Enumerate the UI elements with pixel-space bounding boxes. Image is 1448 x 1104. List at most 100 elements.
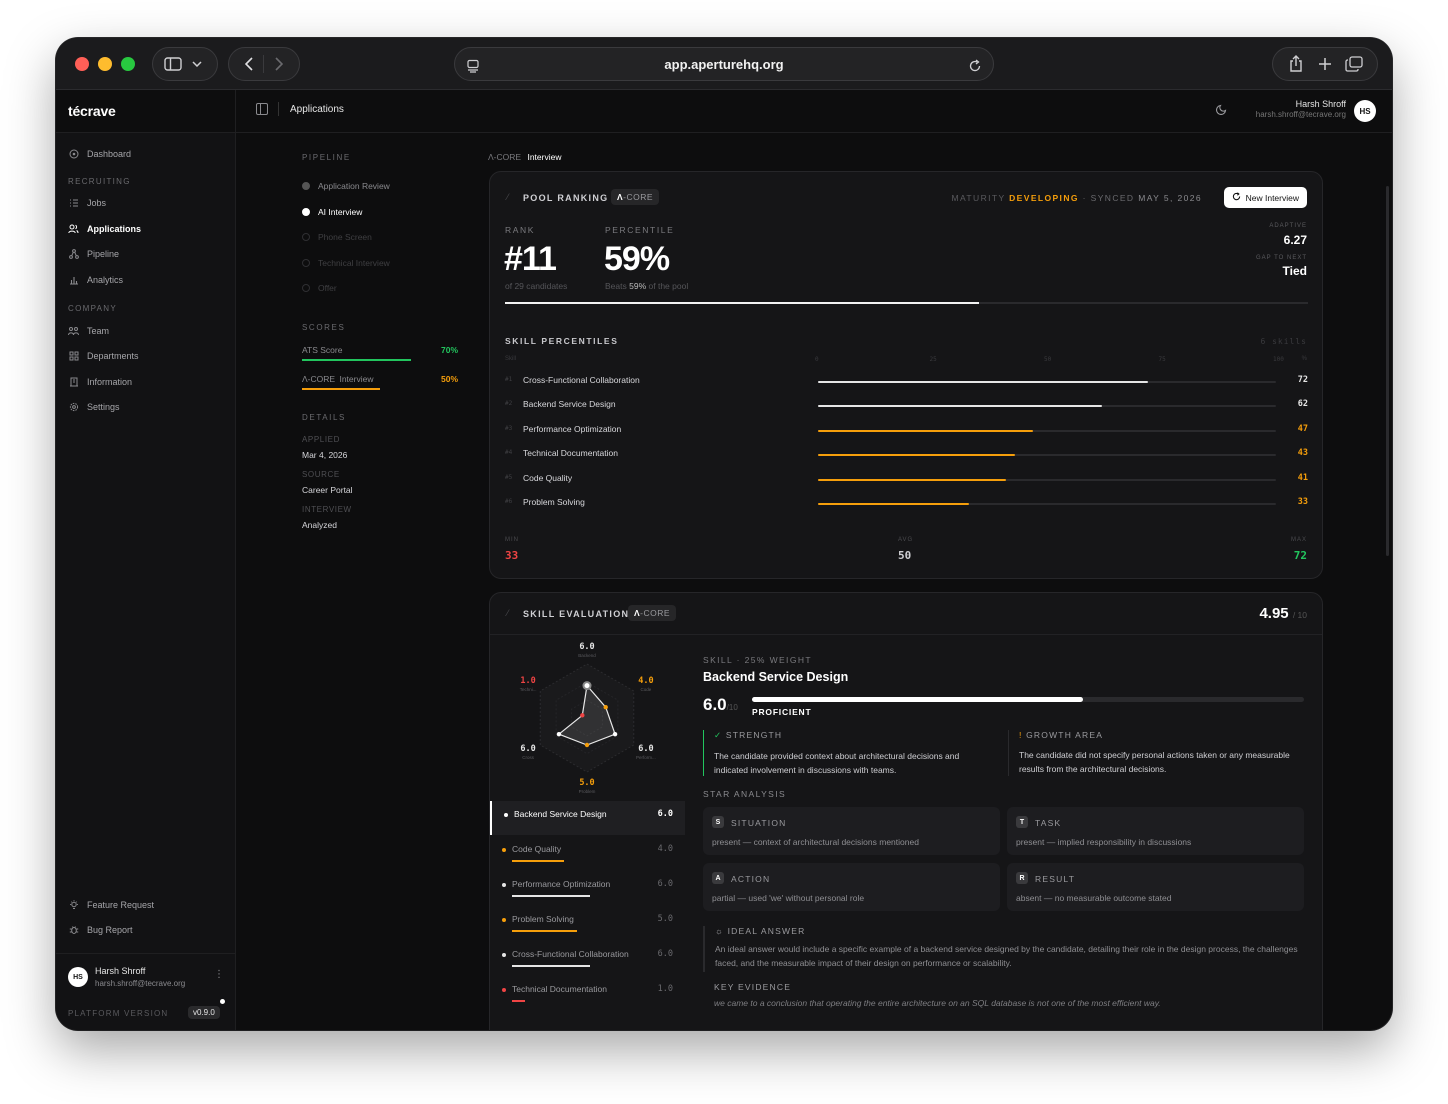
sidebar-item-analytics[interactable]: Analytics	[68, 272, 123, 288]
more-options-icon[interactable]: ⋮	[214, 969, 224, 980]
radar-point[interactable]	[584, 742, 590, 748]
strength-block: ✓ STRENGTH The candidate provided contex…	[703, 730, 995, 776]
percentile-label: PERCENTILE	[605, 225, 675, 235]
sidebar-item-information[interactable]: Information	[68, 374, 132, 390]
skill-selector-score: 1.0	[657, 984, 673, 994]
skill-selector-item[interactable]: Problem Solving 5.0	[490, 906, 685, 940]
theme-toggle-moon-icon[interactable]	[1215, 103, 1228, 118]
collapse-sidebar-icon[interactable]	[256, 103, 268, 115]
radar-point[interactable]	[612, 732, 618, 737]
gear-icon	[68, 402, 79, 413]
pipeline-stage-technical-interview[interactable]: Technical Interview	[302, 257, 390, 269]
new-tab-plus-icon[interactable]	[1315, 54, 1335, 74]
skill-selector-item[interactable]: Cross-Functional Collaboration 6.0	[490, 941, 685, 975]
skill-selector-score: 6.0	[657, 809, 673, 819]
skill-score-fill	[752, 697, 1084, 702]
adaptive-value: 6.27	[1283, 233, 1307, 247]
new-interview-button[interactable]: New Interview	[1223, 187, 1307, 208]
axis-percent-label: %	[1301, 356, 1307, 362]
star-text: absent — no measurable outcome stated	[1016, 893, 1172, 903]
core-tag: Λ-CORE	[628, 605, 677, 621]
page-scrollbar[interactable]	[1386, 186, 1389, 556]
skill-selector-item[interactable]: Performance Optimization 6.0	[490, 871, 685, 905]
skill-name: Technical Documentation	[523, 448, 618, 458]
radar-point[interactable]	[556, 732, 562, 737]
breadcrumb-parent[interactable]: Λ-CORE	[488, 152, 521, 162]
skill-selector-item[interactable]: Backend Service Design 6.0	[490, 801, 685, 835]
core-tag-text: -CORE	[623, 192, 654, 202]
max-label: MAX	[1290, 537, 1307, 543]
sidebar-item-label: Jobs	[87, 198, 107, 208]
skill-selector-name: Technical Documentation	[512, 984, 607, 994]
sidebar-item-pipeline[interactable]: Pipeline	[68, 246, 119, 262]
brand-logo[interactable]: técrave	[68, 103, 116, 119]
sidebar-item-jobs[interactable]: Jobs	[68, 195, 106, 211]
version-badge: v0.9.0	[188, 1006, 220, 1019]
sidebar-item-bug-report[interactable]: Bug Report	[68, 922, 133, 938]
skill-selector-item[interactable]: Code Quality 4.0	[490, 836, 685, 870]
sidebar-item-dashboard[interactable]: Dashboard	[68, 146, 131, 162]
chevron-down-icon[interactable]	[187, 54, 207, 74]
skill-selector-item[interactable]: Technical Documentation 1.0	[490, 976, 685, 1010]
pipeline-stage-application-review[interactable]: Application Review	[302, 180, 390, 192]
sidebar-item-settings[interactable]: Settings	[68, 399, 120, 415]
sidebar-item-label: Information	[87, 377, 133, 387]
skill-status-dot	[502, 918, 506, 922]
skill-percentile-bar	[818, 503, 970, 505]
sidebar-item-departments[interactable]: Departments	[68, 348, 139, 364]
source-label: SOURCE	[302, 470, 340, 479]
header-breadcrumb[interactable]: Applications	[290, 104, 344, 115]
back-arrow-icon[interactable]	[239, 54, 259, 74]
pipeline-stage-phone-screen[interactable]: Phone Screen	[302, 231, 372, 243]
radar-axis-label: Problem	[579, 789, 596, 794]
header-user-info[interactable]: Harsh Shroff harsh.shroff@tecrave.org	[1256, 99, 1346, 119]
tab-overview-icon[interactable]	[1344, 54, 1364, 74]
overall-score-value: 4.95	[1259, 605, 1289, 622]
sidebar-item-applications[interactable]: Applications	[68, 221, 141, 237]
skill-selector-name: Cross-Functional Collaboration	[512, 949, 629, 959]
star-situation: S SITUATION present — context of archite…	[703, 807, 1000, 855]
sidebar-item-team[interactable]: Team	[68, 323, 109, 339]
close-window-button[interactable]	[75, 57, 89, 71]
skill-percentiles-title: SKILL PERCENTILES	[505, 336, 619, 346]
ideal-answer-block: ☼ IDEAL ANSWER An ideal answer would inc…	[703, 926, 1305, 972]
address-bar[interactable]: app.aperturehq.org	[454, 47, 994, 81]
skill-percentile-track	[818, 430, 1276, 432]
radar-axis-label: Cross	[522, 755, 535, 760]
radar-point[interactable]	[580, 713, 585, 718]
reload-icon[interactable]	[965, 56, 985, 76]
sidebar-item-feature-request[interactable]: Feature Request	[68, 897, 154, 913]
axis-tick-label: 50	[1044, 356, 1052, 363]
skill-percentile-bar	[818, 479, 1006, 481]
applied-label: APPLIED	[302, 435, 340, 444]
forward-arrow-icon[interactable]	[269, 54, 289, 74]
skill-percentile-track	[818, 479, 1276, 481]
page-settings-icon[interactable]	[463, 56, 483, 76]
platform-version-label: PLATFORM VERSION	[68, 1009, 169, 1018]
core-score-label: Λ-CORE	[302, 374, 336, 384]
sidebar-icon[interactable]	[163, 54, 183, 74]
breadcrumb-current: Interview	[527, 152, 562, 162]
pipeline-stage-ai-interview[interactable]: AI Interview	[302, 206, 362, 218]
radar-point[interactable]	[603, 705, 608, 710]
minimize-window-button[interactable]	[98, 57, 112, 71]
pipeline-stage-offer[interactable]: Offer	[302, 282, 337, 294]
skill-name: Performance Optimization	[523, 424, 622, 434]
sidebar-user-name: Harsh Shroff	[95, 966, 146, 976]
growth-label: GROWTH AREA	[1026, 730, 1104, 740]
avatar[interactable]: HS	[68, 967, 88, 987]
skill-percentile-bar	[818, 405, 1102, 407]
skill-rank: #1	[505, 376, 513, 383]
history-nav-group	[228, 47, 300, 81]
zoom-window-button[interactable]	[121, 57, 135, 71]
source-value: Career Portal	[302, 485, 353, 495]
bar-chart-icon	[68, 275, 79, 286]
skill-selector-score: 6.0	[657, 879, 673, 889]
ideal-answer-text: An ideal answer would include a specific…	[715, 944, 1298, 968]
share-icon[interactable]	[1286, 54, 1306, 74]
stage-label: Technical Interview	[318, 258, 390, 268]
header-avatar[interactable]: HS	[1354, 100, 1376, 122]
skill-status-dot	[502, 988, 506, 992]
radar-point[interactable]	[582, 681, 592, 691]
radar-score-label: 6.0	[638, 744, 653, 754]
